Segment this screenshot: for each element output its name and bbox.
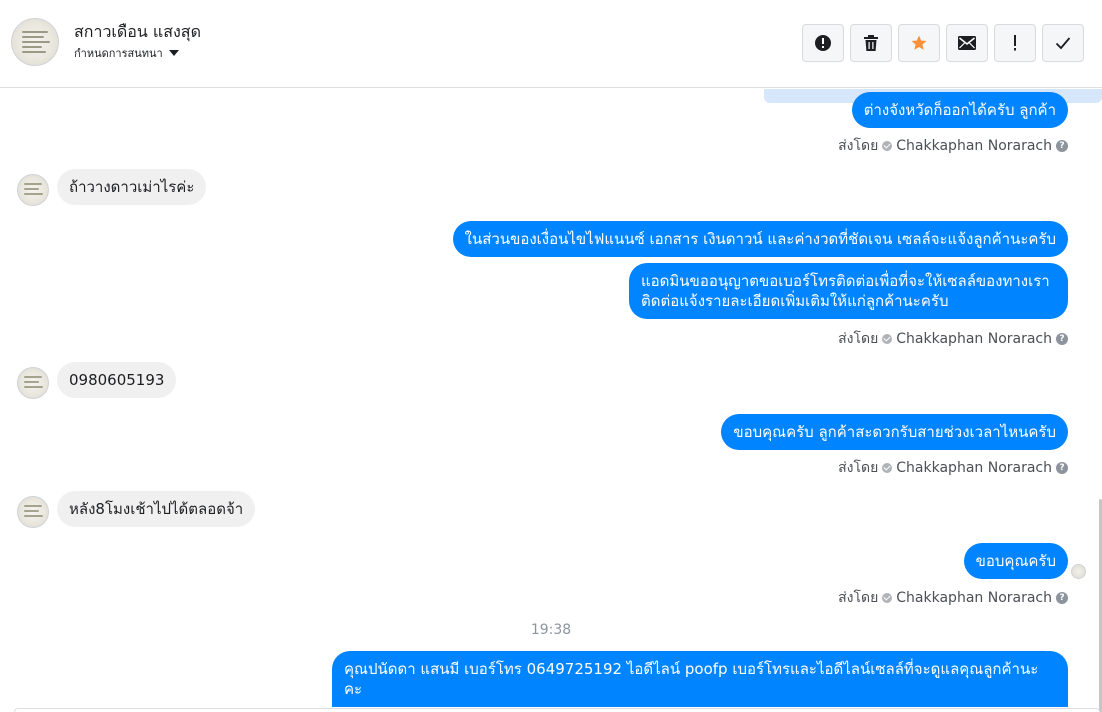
sent-by-prefix: ส่งโดย bbox=[838, 138, 879, 154]
verified-check-icon bbox=[882, 334, 893, 344]
outgoing-message[interactable]: ในส่วนของเงื่อนไขไฟแนนซ์ เอกสาร เงินดาวน… bbox=[452, 221, 1068, 257]
verified-check-icon bbox=[882, 141, 893, 151]
delete-button[interactable] bbox=[850, 24, 892, 62]
sent-by-info: ส่งโดย Chakkaphan Norarach ? bbox=[838, 135, 1068, 157]
assign-conversation-label: กำหนดการสนทนา bbox=[74, 47, 163, 60]
trash-icon bbox=[864, 35, 878, 51]
contact-name[interactable]: สกาวเดือน แสงสุด bbox=[74, 20, 201, 45]
alert-circle-icon bbox=[815, 35, 831, 51]
star-button[interactable] bbox=[898, 24, 940, 62]
incoming-message[interactable]: ถ้าวางดาวเม่าไรค่ะ bbox=[57, 169, 207, 205]
sent-by-info: ส่งโดย Chakkaphan Norarach ? bbox=[838, 328, 1068, 350]
contact-avatar-small[interactable] bbox=[17, 367, 49, 399]
outgoing-message[interactable]: คุณปนัดดา แสนมี เบอร์โทร 0649725192 ไอดี… bbox=[332, 651, 1068, 707]
mark-done-button[interactable] bbox=[1042, 24, 1084, 62]
check-icon bbox=[1055, 37, 1071, 50]
help-icon[interactable]: ? bbox=[1056, 592, 1068, 604]
report-spam-button[interactable] bbox=[802, 24, 844, 62]
caret-down-icon bbox=[168, 50, 179, 56]
help-icon[interactable]: ? bbox=[1056, 140, 1068, 152]
outgoing-message[interactable]: ขอบคุณครับ bbox=[963, 543, 1068, 579]
contact-avatar-small[interactable] bbox=[17, 174, 49, 206]
envelope-icon bbox=[958, 36, 976, 50]
sent-by-agent[interactable]: Chakkaphan Norarach bbox=[896, 590, 1052, 606]
sent-by-prefix: ส่งโดย bbox=[838, 590, 879, 606]
conversation-header: สกาวเดือน แสงสุด กำหนดการสนทนา bbox=[0, 0, 1102, 88]
contact-avatar-small[interactable] bbox=[17, 496, 49, 528]
star-icon bbox=[911, 35, 927, 50]
sent-by-agent[interactable]: Chakkaphan Norarach bbox=[896, 331, 1052, 347]
contact-avatar[interactable] bbox=[11, 18, 59, 66]
sent-by-info: ส่งโดย Chakkaphan Norarach ? bbox=[838, 457, 1068, 479]
seen-avatar-icon bbox=[1071, 564, 1086, 579]
sent-by-agent[interactable]: Chakkaphan Norarach bbox=[896, 138, 1052, 154]
incoming-message[interactable]: หลัง8โมงเช้าไปได้ตลอดจ้า bbox=[57, 491, 256, 527]
thread-scrollbar[interactable] bbox=[1098, 89, 1102, 712]
verified-check-icon bbox=[882, 593, 893, 603]
follow-up-button[interactable] bbox=[994, 24, 1036, 62]
sent-by-prefix: ส่งโดย bbox=[838, 460, 879, 476]
exclamation-icon bbox=[1014, 35, 1016, 51]
outgoing-message[interactable]: ต่างจังหวัดก็ออกได้ครับ ลูกค้า bbox=[851, 92, 1068, 128]
outgoing-message[interactable]: ขอบคุณครับ ลูกค้าสะดวกรับสายช่วงเวลาไหนค… bbox=[721, 414, 1068, 450]
sent-by-agent[interactable]: Chakkaphan Norarach bbox=[896, 460, 1052, 476]
incoming-message[interactable]: 0980605193 bbox=[57, 362, 177, 398]
time-divider: 19:38 bbox=[530, 622, 572, 638]
help-icon[interactable]: ? bbox=[1056, 333, 1068, 345]
help-icon[interactable]: ? bbox=[1056, 462, 1068, 474]
sent-by-info: ส่งโดย Chakkaphan Norarach ? bbox=[838, 587, 1068, 609]
conversation-toolbar bbox=[802, 24, 1084, 62]
outgoing-message[interactable]: แอดมินขออนุญาตขอเบอร์โทรติดต่อเพื่อที่จะ… bbox=[629, 263, 1068, 319]
verified-check-icon bbox=[882, 463, 893, 473]
assign-conversation-dropdown[interactable]: กำหนดการสนทนา bbox=[74, 44, 179, 62]
message-thread[interactable]: ต่างจังหวัดก็ออกได้ครับ ลูกค้า ส่งโดย Ch… bbox=[0, 89, 1102, 711]
mark-unread-button[interactable] bbox=[946, 24, 988, 62]
sent-by-prefix: ส่งโดย bbox=[838, 331, 879, 347]
message-composer[interactable] bbox=[14, 708, 1100, 712]
